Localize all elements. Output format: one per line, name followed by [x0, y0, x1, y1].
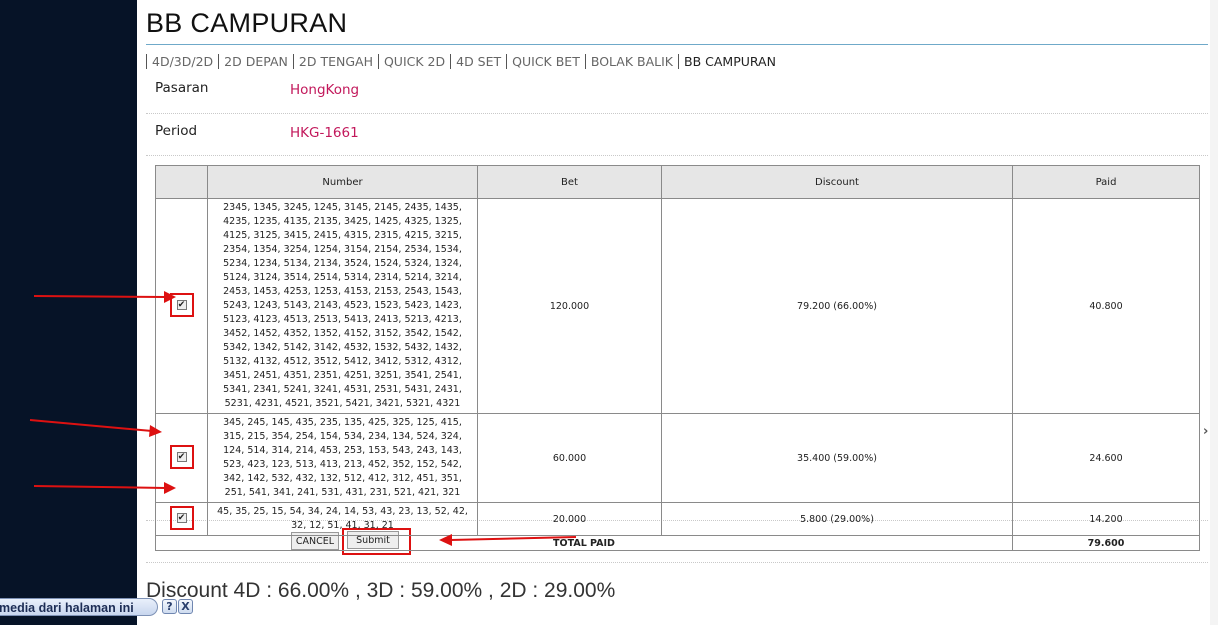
period-value: HKG-1661: [290, 125, 359, 141]
column-header-bet: Bet: [477, 165, 662, 199]
close-icon[interactable]: X: [178, 599, 193, 614]
title-divider: [146, 44, 1208, 45]
bet-type-tabs: 4D/3D/2D 2D DEPAN 2D TENGAH QUICK 2D 4D …: [146, 52, 781, 70]
checkbox-highlight-box: ✔: [169, 505, 194, 530]
row-select-cell: ✔: [155, 502, 208, 536]
bet-value: 120.000: [477, 198, 662, 414]
table-row: ✔ 45, 35, 25, 15, 54, 34, 24, 14, 53, 43…: [155, 502, 1200, 536]
bet-value: 20.000: [477, 502, 662, 536]
row-checkbox[interactable]: ✔: [176, 512, 187, 523]
period-row: Period HKG-1661: [146, 113, 1208, 155]
tab-bolak-balik[interactable]: BOLAK BALIK: [584, 53, 678, 69]
media-permission-bar[interactable]: media dari halaman ini: [0, 598, 158, 616]
scrollbar-track[interactable]: [1210, 0, 1218, 625]
total-row: TOTAL PAID 79.600: [155, 535, 1200, 551]
table-row: ✔ 2345, 1345, 3245, 1245, 3145, 2145, 24…: [155, 198, 1200, 414]
number-list: 345, 245, 145, 435, 235, 135, 425, 325, …: [207, 413, 478, 503]
table-header-row: Number Bet Discount Paid: [155, 165, 1200, 199]
period-label: Period: [155, 123, 198, 139]
checkbox-highlight-box: ✔: [169, 444, 194, 469]
row-select-cell: ✔: [155, 413, 208, 503]
discount-summary: Discount 4D : 66.00% , 3D : 59.00% , 2D …: [146, 579, 616, 602]
column-header-paid: Paid: [1012, 165, 1200, 199]
tab-quick-2d[interactable]: QUICK 2D: [377, 53, 450, 69]
number-list: 45, 35, 25, 15, 54, 34, 24, 14, 53, 43, …: [207, 502, 478, 536]
section-divider: [146, 155, 1208, 156]
help-icon[interactable]: ?: [162, 599, 177, 614]
bet-table: Number Bet Discount Paid ✔ 2345, 1345, 3…: [155, 165, 1200, 551]
row-checkbox[interactable]: ✔: [176, 451, 187, 462]
checkbox-highlight-box: ✔: [169, 292, 194, 317]
paid-value: 14.200: [1012, 502, 1200, 536]
paid-value: 24.600: [1012, 413, 1200, 503]
total-paid-label: TOTAL PAID: [155, 535, 1013, 551]
discount-value: 5.800 (29.00%): [661, 502, 1013, 536]
media-permission-text: media dari halaman ini: [0, 601, 134, 615]
discount-value: 79.200 (66.00%): [661, 198, 1013, 414]
row-checkbox[interactable]: ✔: [176, 299, 187, 310]
market-row: Pasaran HongKong: [146, 73, 1208, 114]
column-header-select: [155, 165, 208, 199]
column-header-number: Number: [207, 165, 478, 199]
page-title: BB CAMPURAN: [146, 8, 348, 38]
row-select-cell: ✔: [155, 198, 208, 414]
left-sidebar-background: [0, 0, 137, 625]
total-paid-value: 79.600: [1012, 535, 1200, 551]
paid-value: 40.800: [1012, 198, 1200, 414]
table-row: ✔ 345, 245, 145, 435, 235, 135, 425, 325…: [155, 413, 1200, 503]
expand-arrow-icon[interactable]: ›: [1203, 424, 1208, 439]
section-divider: [146, 562, 1208, 563]
number-list: 2345, 1345, 3245, 1245, 3145, 2145, 2435…: [207, 198, 478, 414]
tab-2d-depan[interactable]: 2D DEPAN: [218, 53, 293, 69]
tab-quick-bet[interactable]: QUICK BET: [506, 53, 585, 69]
tab-4d-3d-2d[interactable]: 4D/3D/2D: [146, 53, 218, 69]
tab-4d-set[interactable]: 4D SET: [450, 53, 506, 69]
discount-value: 35.400 (59.00%): [661, 413, 1013, 503]
market-value: HongKong: [290, 82, 360, 98]
market-label: Pasaran: [155, 80, 209, 96]
tab-2d-tengah[interactable]: 2D TENGAH: [292, 53, 378, 69]
column-header-discount: Discount: [661, 165, 1013, 199]
tab-bb-campuran[interactable]: BB CAMPURAN: [678, 53, 781, 69]
bet-value: 60.000: [477, 413, 662, 503]
